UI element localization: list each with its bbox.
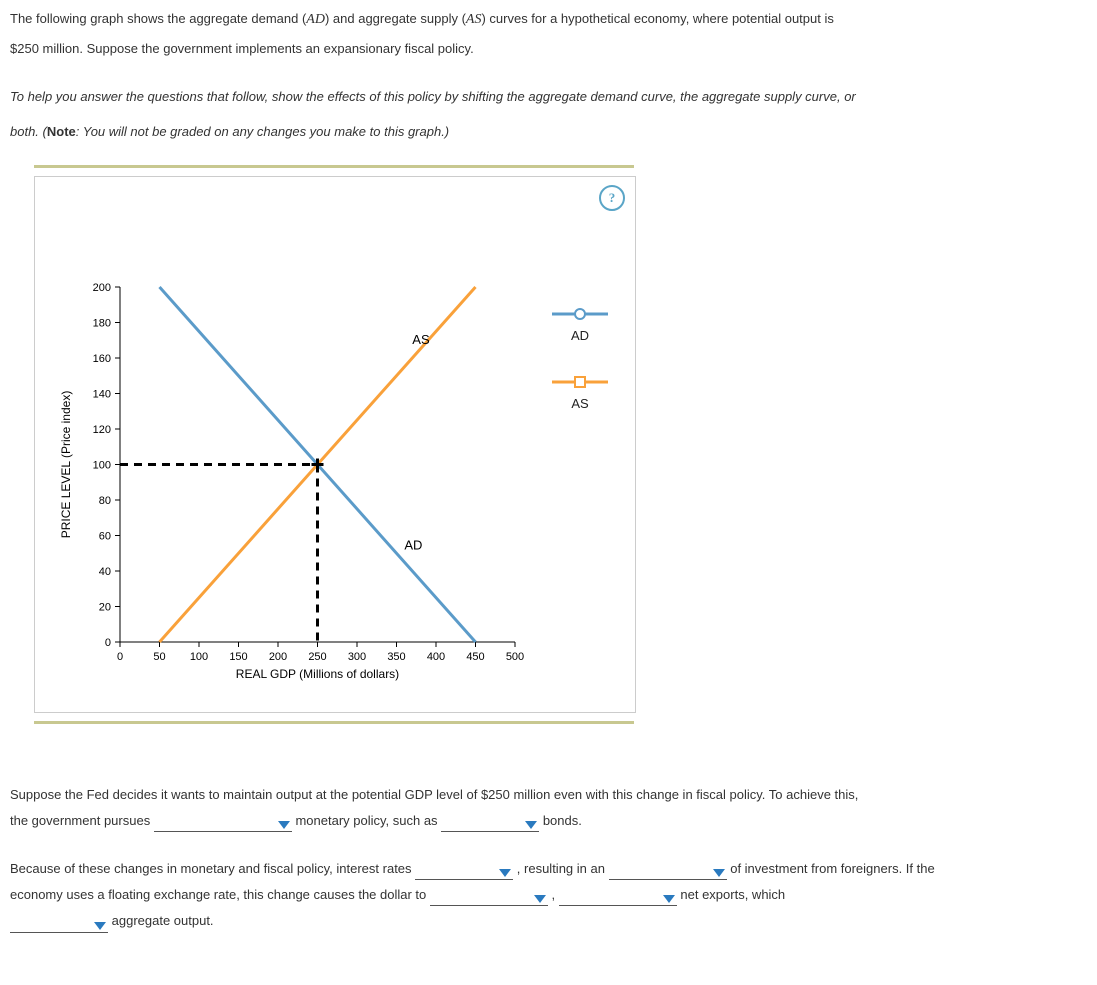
- svg-text:120: 120: [93, 424, 111, 436]
- caret-icon: [534, 895, 546, 903]
- divider-bottom: [34, 721, 634, 724]
- svg-text:300: 300: [348, 651, 366, 663]
- legend: AD AS: [540, 307, 620, 443]
- svg-text:500: 500: [506, 651, 524, 663]
- instr-line-1: To help you answer the questions that fo…: [10, 86, 1087, 108]
- svg-text:250: 250: [308, 651, 326, 663]
- caret-icon: [525, 821, 537, 829]
- dropdown-interest-rates[interactable]: [415, 863, 513, 880]
- dropdown-dollar[interactable]: [430, 889, 548, 906]
- svg-text:0: 0: [117, 651, 123, 663]
- svg-text:20: 20: [99, 602, 111, 614]
- caret-icon: [713, 869, 725, 877]
- caret-icon: [94, 922, 106, 930]
- instructions-text: To help you answer the questions that fo…: [10, 86, 1087, 143]
- q-line-5: aggregate output.: [10, 910, 1087, 932]
- dropdown-investment-flow[interactable]: [609, 863, 727, 880]
- instr-line-2: both. (Note: You will not be graded on a…: [10, 121, 1087, 143]
- svg-text:40: 40: [99, 566, 111, 578]
- legend-label: AS: [540, 393, 620, 415]
- svg-text:450: 450: [466, 651, 484, 663]
- svg-text:AS: AS: [412, 332, 430, 347]
- svg-text:REAL GDP (Millions of dollars): REAL GDP (Millions of dollars): [236, 667, 399, 681]
- legend-item-as[interactable]: AS: [540, 375, 620, 415]
- divider-top: [34, 165, 634, 168]
- question-block: Suppose the Fed decides it wants to main…: [10, 784, 1087, 932]
- svg-text:50: 50: [153, 651, 165, 663]
- svg-text:140: 140: [93, 389, 111, 401]
- intro-line-1: The following graph shows the aggregate …: [10, 8, 1087, 32]
- svg-text:350: 350: [387, 651, 405, 663]
- legend-item-ad[interactable]: AD: [540, 307, 620, 347]
- q-line-2: the government pursues monetary policy, …: [10, 810, 1087, 832]
- graph-block: ? 05010015020025030035040045050002040608…: [34, 165, 1087, 724]
- q-line-3: Because of these changes in monetary and…: [10, 858, 1087, 880]
- caret-icon: [278, 821, 290, 829]
- svg-text:160: 160: [93, 353, 111, 365]
- svg-text:100: 100: [190, 651, 208, 663]
- caret-icon: [499, 869, 511, 877]
- intro-line-2: $250 million. Suppose the government imp…: [10, 38, 1087, 60]
- dropdown-bonds-action[interactable]: [441, 815, 539, 832]
- svg-text:80: 80: [99, 495, 111, 507]
- dropdown-monetary-policy-type[interactable]: [154, 815, 292, 832]
- svg-text:400: 400: [427, 651, 445, 663]
- legend-label: AD: [540, 325, 620, 347]
- svg-text:PRICE LEVEL (Price index): PRICE LEVEL (Price index): [59, 391, 73, 539]
- svg-text:200: 200: [93, 282, 111, 294]
- chart-svg[interactable]: 0 50 100 150 200 250 300 350 400 450 500 0 20 40 60 80 1…: [35, 177, 635, 712]
- svg-text:AD: AD: [404, 538, 422, 553]
- graph-frame[interactable]: ? 05010015020025030035040045050002040608…: [34, 176, 636, 713]
- caret-icon: [663, 895, 675, 903]
- svg-text:200: 200: [269, 651, 287, 663]
- intro-text: The following graph shows the aggregate …: [10, 8, 1087, 60]
- dropdown-net-exports[interactable]: [559, 889, 677, 906]
- svg-text:0: 0: [105, 637, 111, 649]
- svg-text:100: 100: [93, 460, 111, 472]
- q-line-1: Suppose the Fed decides it wants to main…: [10, 784, 1087, 806]
- dropdown-aggregate-output[interactable]: [10, 916, 108, 933]
- svg-text:150: 150: [229, 651, 247, 663]
- svg-text:180: 180: [93, 318, 111, 330]
- svg-text:60: 60: [99, 531, 111, 543]
- q-line-4: economy uses a floating exchange rate, t…: [10, 884, 1087, 906]
